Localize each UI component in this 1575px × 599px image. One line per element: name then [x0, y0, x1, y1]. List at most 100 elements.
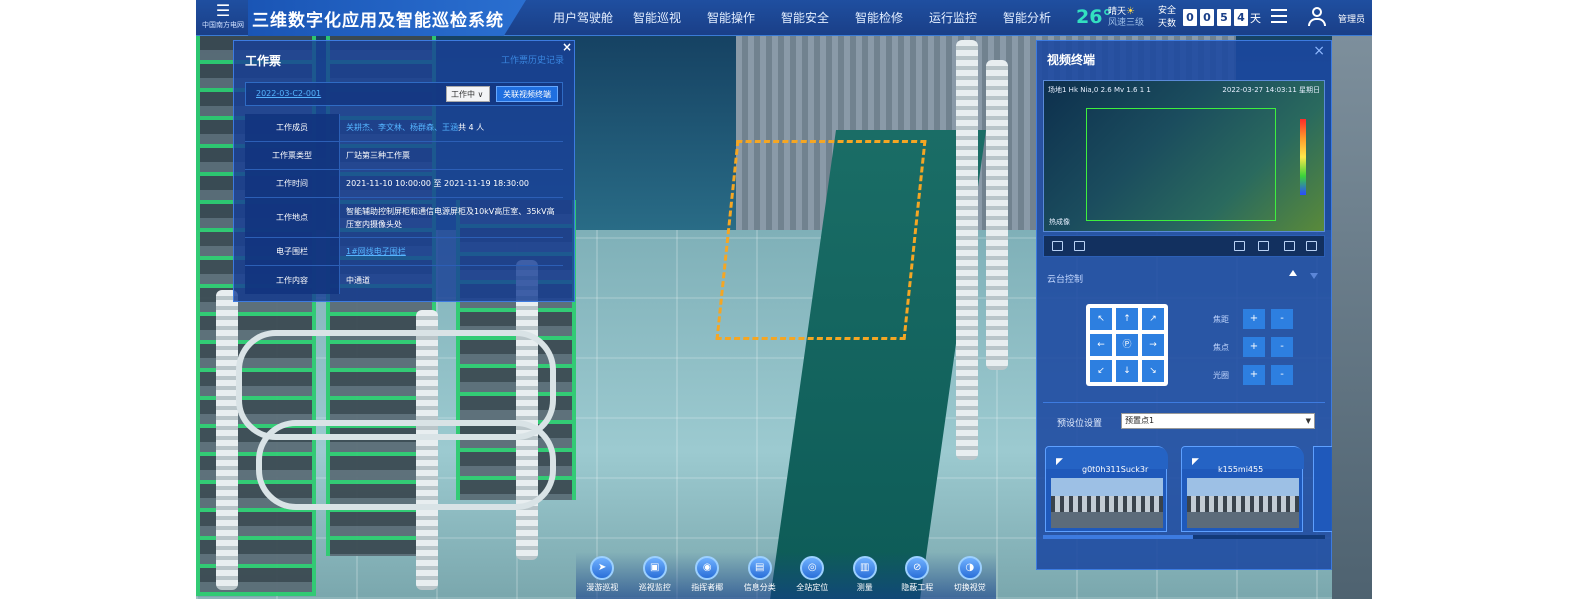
divider [1043, 402, 1325, 403]
measure-icon: ▥ [852, 556, 877, 580]
row-label: 工作时间 [245, 170, 340, 197]
expand-down-icon[interactable] [1310, 273, 1318, 279]
nav-item-patrol[interactable]: 智能巡视 [620, 0, 694, 36]
volume-icon[interactable] [1052, 241, 1063, 251]
close-icon[interactable]: × [562, 40, 572, 54]
panel-title: 视频终端 [1047, 53, 1096, 67]
ticket-id-link[interactable]: 2022-03-C2-001 [256, 89, 321, 98]
focus-minus-button[interactable]: - [1271, 337, 1293, 357]
ticket-history-link[interactable]: 工作票历史记录 [501, 53, 564, 66]
safe-days-counter: 0 0 5 4 [1183, 9, 1248, 26]
nav-item-monitor[interactable]: 运行监控 [916, 0, 990, 36]
tool-measure[interactable]: ▥ 测量 [839, 552, 892, 599]
ptz-down-button[interactable]: ↓ [1116, 360, 1138, 382]
ptz-up-right-button[interactable]: ↗ [1142, 308, 1164, 330]
focus-plus-button[interactable]: + [1243, 337, 1265, 357]
table-row: 工作票类型 厂站第三种工作票 [245, 142, 563, 170]
video-player[interactable]: 场地1 Hk Nia,0 2.6 Mv 1.6 1 1 2022-03-27 1… [1043, 80, 1325, 232]
nav-item-analysis[interactable]: 智能分析 [990, 0, 1064, 36]
ptz-center-button[interactable]: Ⓟ [1116, 334, 1138, 356]
screen-icon[interactable] [1284, 241, 1295, 251]
collapse-up-icon[interactable] [1289, 270, 1297, 276]
row-label: 工作内容 [245, 266, 340, 294]
command-icon: ◉ [695, 556, 720, 580]
nav-item-maintenance[interactable]: 智能检修 [842, 0, 916, 36]
preset-select[interactable]: 预置点1 [1121, 413, 1315, 429]
nav-item-cockpit[interactable]: 用户驾驶舱 [546, 0, 620, 36]
record-icon[interactable] [1234, 241, 1245, 251]
ptz-title: 云台控制 [1047, 275, 1084, 285]
snapshot-icon[interactable] [1074, 241, 1085, 251]
tool-info-category[interactable]: ▤ 信息分类 [734, 552, 787, 599]
scene-insulator [956, 40, 978, 460]
scene-cable [256, 420, 556, 510]
iris-minus-button[interactable]: - [1271, 365, 1293, 385]
layout-icon[interactable] [1258, 241, 1269, 251]
row-label: 工作票类型 [245, 142, 340, 169]
row-label: 工作地点 [245, 198, 340, 237]
tool-roam[interactable]: ➤ 漫游巡视 [576, 552, 629, 599]
tool-switch-view[interactable]: ◑ 切换视觉 [944, 552, 997, 599]
camera-card[interactable]: ◤ k155mi455 [1181, 446, 1304, 532]
link-video-button[interactable]: 关联视频终端 [496, 86, 558, 102]
camera-list-scrollbar[interactable] [1043, 535, 1325, 539]
ptz-right-button[interactable]: → [1142, 334, 1164, 356]
locate-icon: ◎ [800, 556, 825, 580]
row-value: 2021-11-10 10:00:00 至 2021-11-19 18:30:0… [346, 179, 530, 188]
tool-locate[interactable]: ◎ 全站定位 [786, 552, 839, 599]
row-value: 智能辅助控制屏柜和通信电源屏柜及10kV高压室、35kV高压室内摄像头处 [346, 206, 555, 229]
info-icon: ▤ [747, 556, 772, 580]
iris-control: 光圈 + - [1213, 364, 1293, 386]
ptz-down-left-button[interactable]: ↙ [1090, 360, 1112, 382]
monitor-icon: ▣ [642, 556, 667, 580]
safe-digit: 0 [1200, 9, 1214, 26]
ptz-left-button[interactable]: ← [1090, 334, 1112, 356]
video-timestamp: 2022-03-27 14:03:11 星期日 [1222, 86, 1320, 94]
camera-card[interactable]: ◤ g0t0h311Suck3r [1045, 446, 1168, 532]
work-ticket-panel: 工作票 工作票历史记录 × 2022-03-C2-001 工作中 ∨ 关联视频终… [233, 40, 575, 302]
safe-digit: 5 [1217, 9, 1231, 26]
menu-list-icon[interactable] [1271, 9, 1287, 25]
camera-name: k155mi455 [1218, 465, 1264, 474]
tool-command[interactable]: ◉ 指挥者椰 [681, 552, 734, 599]
weather-info: 晴天☀ 风速三级 [1108, 6, 1144, 29]
video-channel-label: 热成像 [1049, 218, 1070, 226]
camera-icon: ◤ [1056, 457, 1063, 467]
grid-logo-icon: ☰ [215, 1, 231, 20]
user-icon[interactable] [1308, 7, 1326, 27]
user-name[interactable]: 管理员 [1338, 12, 1365, 25]
scene-insulator [986, 60, 1008, 370]
tool-hidden-works[interactable]: ⊘ 隐蔽工程 [891, 552, 944, 599]
ticket-id-row: 2022-03-C2-001 工作中 ∨ 关联视频终端 [245, 82, 563, 106]
safe-days-unit: 天 [1250, 12, 1261, 25]
ptz-up-button[interactable]: ↑ [1116, 308, 1138, 330]
video-control-bar [1043, 235, 1325, 257]
close-icon[interactable]: × [1313, 43, 1325, 59]
nav-item-operation[interactable]: 智能操作 [694, 0, 768, 36]
temperature: 26° [1076, 6, 1112, 28]
scene-viewport[interactable]: ☰ 中国南方电网 三维数字化应用及智能巡检系统 用户驾驶舱 智能巡视 智能操作 … [196, 0, 1372, 599]
ticket-status-select[interactable]: 工作中 ∨ [446, 86, 490, 102]
tool-patrol-monitor[interactable]: ▣ 巡视监控 [629, 552, 682, 599]
ptz-lens-controls: 焦距 + - 焦点 + - 光圈 + - [1213, 308, 1293, 392]
row-value: 1#网线电子围栏 [340, 238, 563, 265]
ptz-up-left-button[interactable]: ↖ [1090, 308, 1112, 330]
scene-electronic-fence [715, 140, 927, 340]
zoom-plus-button[interactable]: + [1243, 309, 1265, 329]
row-value: 厂站第三种工作票 [346, 151, 410, 160]
members-link[interactable]: 关耕杰、李文林、杨群森、王涵 [346, 121, 458, 134]
detection-box [1086, 108, 1276, 221]
iris-plus-button[interactable]: + [1243, 365, 1265, 385]
nav-item-safety[interactable]: 智能安全 [768, 0, 842, 36]
wind-text: 风速三级 [1108, 18, 1145, 28]
camera-card-partial[interactable] [1313, 446, 1333, 532]
zoom-minus-button[interactable]: - [1271, 309, 1293, 329]
camera-name: g0t0h311Suck3r [1082, 465, 1149, 474]
ptz-down-right-button[interactable]: ↘ [1142, 360, 1164, 382]
safe-digit: 0 [1183, 9, 1197, 26]
focus-control: 焦点 + - [1213, 336, 1293, 358]
fullscreen-icon[interactable] [1306, 241, 1317, 251]
fence-link[interactable]: 1#网线电子围栏 [346, 245, 406, 258]
safe-digit: 4 [1234, 9, 1248, 26]
video-osd-info: 场地1 Hk Nia,0 2.6 Mv 1.6 1 1 [1048, 86, 1151, 94]
